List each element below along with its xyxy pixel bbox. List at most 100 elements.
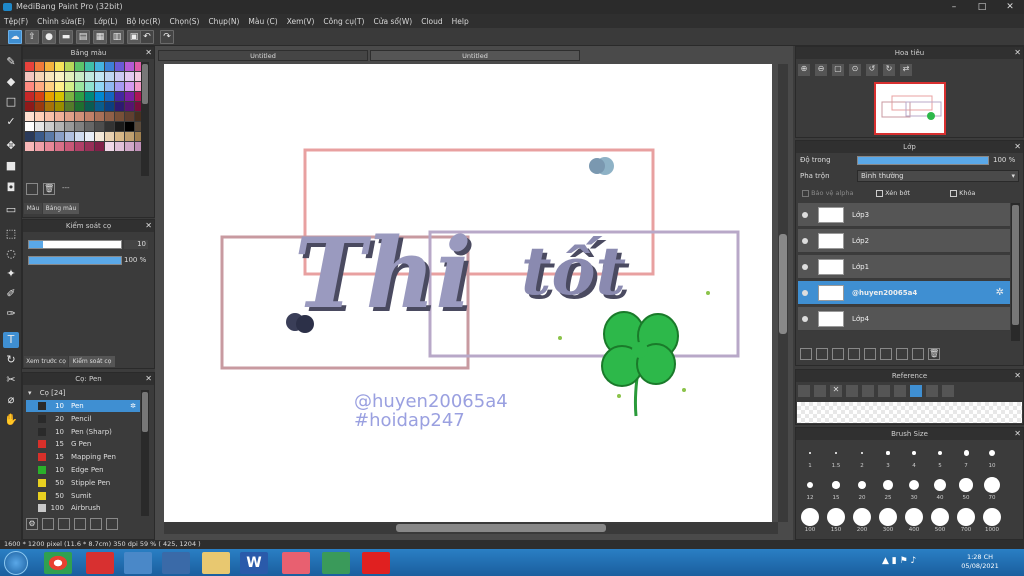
color-swatch[interactable]: [25, 72, 34, 81]
color-swatch[interactable]: [85, 62, 94, 71]
tab-untitled-2[interactable]: Untitled: [370, 50, 580, 61]
color-swatch[interactable]: [75, 122, 84, 131]
brush-size-value[interactable]: 10: [124, 240, 148, 249]
color-swatch[interactable]: [85, 92, 94, 101]
color-swatch[interactable]: [75, 112, 84, 121]
color-swatch[interactable]: [45, 132, 54, 141]
color-swatch[interactable]: [105, 142, 114, 151]
color-swatch[interactable]: [45, 102, 54, 111]
close-button[interactable]: ✕: [996, 0, 1024, 14]
color-swatch[interactable]: [25, 92, 34, 101]
ref-pipette-icon[interactable]: [894, 385, 906, 397]
brush-size-option[interactable]: 300: [876, 506, 900, 534]
color-swatch[interactable]: [105, 122, 114, 131]
color-swatch[interactable]: [75, 92, 84, 101]
color-swatch[interactable]: [75, 132, 84, 141]
eye-icon[interactable]: [802, 238, 808, 244]
tab-color[interactable]: Màu: [24, 203, 42, 214]
new-brush-icon[interactable]: [42, 518, 54, 530]
brush-size-option[interactable]: 20: [850, 474, 874, 502]
color-swatch[interactable]: [25, 102, 34, 111]
canvas-horizontal-scrollbar[interactable]: [164, 522, 778, 534]
new-layer-icon[interactable]: [800, 348, 812, 360]
color-swatch[interactable]: [105, 132, 114, 141]
color-swatch[interactable]: [95, 112, 104, 121]
color-swatch[interactable]: [55, 132, 64, 141]
color-swatch[interactable]: [35, 92, 44, 101]
brush-item[interactable]: 15 Mapping Pen: [26, 451, 140, 463]
reference-view[interactable]: [797, 402, 1022, 423]
panel-icon[interactable]: ▤: [76, 30, 90, 44]
color-swatch[interactable]: [95, 92, 104, 101]
lock-checkbox[interactable]: Khóa: [950, 189, 975, 197]
message-icon[interactable]: ▬: [59, 30, 73, 44]
layer-row[interactable]: Lớp3: [798, 203, 1010, 227]
copy-brush-icon[interactable]: [58, 518, 70, 530]
color-swatch[interactable]: [105, 102, 114, 111]
flip-icon[interactable]: ⇄: [900, 64, 912, 76]
merge-icon[interactable]: [912, 348, 924, 360]
color-swatch[interactable]: [95, 62, 104, 71]
gear-icon[interactable]: ✲: [996, 281, 1004, 305]
color-swatch[interactable]: [25, 122, 34, 131]
brush-size-option[interactable]: 1000: [980, 506, 1004, 534]
ref-zoom-in-icon[interactable]: [846, 385, 858, 397]
panel-close-icon[interactable]: ✕: [1014, 428, 1021, 440]
brush-size-option[interactable]: 400: [902, 506, 926, 534]
eraser-tool-icon[interactable]: ◆: [3, 74, 19, 90]
ref-hand-icon[interactable]: [910, 385, 922, 397]
clipping-checkbox[interactable]: Xén bớt: [876, 189, 910, 197]
paste-brush-icon[interactable]: [74, 518, 86, 530]
color-swatch[interactable]: [65, 102, 74, 111]
layer-row[interactable]: Lớp2: [798, 229, 1010, 253]
color-swatch[interactable]: [45, 92, 54, 101]
zoom-out-icon[interactable]: ⊖: [815, 64, 827, 76]
color-swatch[interactable]: [35, 132, 44, 141]
color-swatch[interactable]: [45, 72, 54, 81]
tab-brush-control[interactable]: Kiểm soát cọ: [69, 356, 115, 367]
color-swatch[interactable]: [115, 92, 124, 101]
menu-edit[interactable]: Chỉnh sửa(E): [37, 17, 85, 26]
upload-icon[interactable]: ⇧: [25, 30, 39, 44]
actual-size-icon[interactable]: ⊙: [849, 64, 861, 76]
layer-opacity-slider[interactable]: [857, 156, 989, 165]
delete-layer-icon[interactable]: 🗑: [928, 348, 940, 360]
color-swatch[interactable]: [125, 132, 134, 141]
brush-item[interactable]: 10 Pen (Sharp): [26, 426, 140, 438]
brush-item[interactable]: 50 Stipple Pen: [26, 477, 140, 489]
brush-size-option[interactable]: 150: [824, 506, 848, 534]
eye-icon[interactable]: [802, 316, 808, 322]
gear-icon[interactable]: ✲: [130, 400, 136, 412]
menu-select[interactable]: Chọn(S): [169, 17, 199, 26]
duplicate-icon[interactable]: [106, 518, 118, 530]
color-swatch[interactable]: [125, 92, 134, 101]
color-swatch[interactable]: [95, 142, 104, 151]
layout-icon[interactable]: ▥: [110, 30, 124, 44]
duplicate-layer-icon[interactable]: [848, 348, 860, 360]
brush-size-option[interactable]: 50: [954, 474, 978, 502]
cc-icon[interactable]: [86, 552, 114, 574]
color-swatch[interactable]: [105, 112, 114, 121]
color-swatch[interactable]: [55, 112, 64, 121]
clock[interactable]: 1:28 CH 05/08/2021: [940, 553, 1020, 571]
color-swatch[interactable]: [125, 62, 134, 71]
color-swatch[interactable]: [115, 82, 124, 91]
ref-open-icon[interactable]: [798, 385, 810, 397]
ref-folder-icon[interactable]: [814, 385, 826, 397]
color-swatch[interactable]: [95, 132, 104, 141]
color-swatch[interactable]: [35, 112, 44, 121]
tray-icons[interactable]: ▲ ▮ ⚑ ♪: [882, 556, 916, 566]
color-swatch[interactable]: [75, 82, 84, 91]
color-swatch[interactable]: [45, 112, 54, 121]
brush-tool-icon[interactable]: ✎: [3, 54, 19, 70]
folder-icon[interactable]: [90, 518, 102, 530]
bucket-tool-icon[interactable]: ◘: [3, 180, 19, 196]
color-swatch[interactable]: [105, 72, 114, 81]
color-swatch[interactable]: [25, 132, 34, 141]
merge-down-icon[interactable]: [880, 348, 892, 360]
color-swatch[interactable]: [125, 142, 134, 151]
color-swatch[interactable]: [35, 142, 44, 151]
select-eraser-icon[interactable]: ✑: [3, 306, 19, 322]
color-swatch[interactable]: [55, 142, 64, 151]
maximize-button[interactable]: □: [968, 0, 996, 14]
